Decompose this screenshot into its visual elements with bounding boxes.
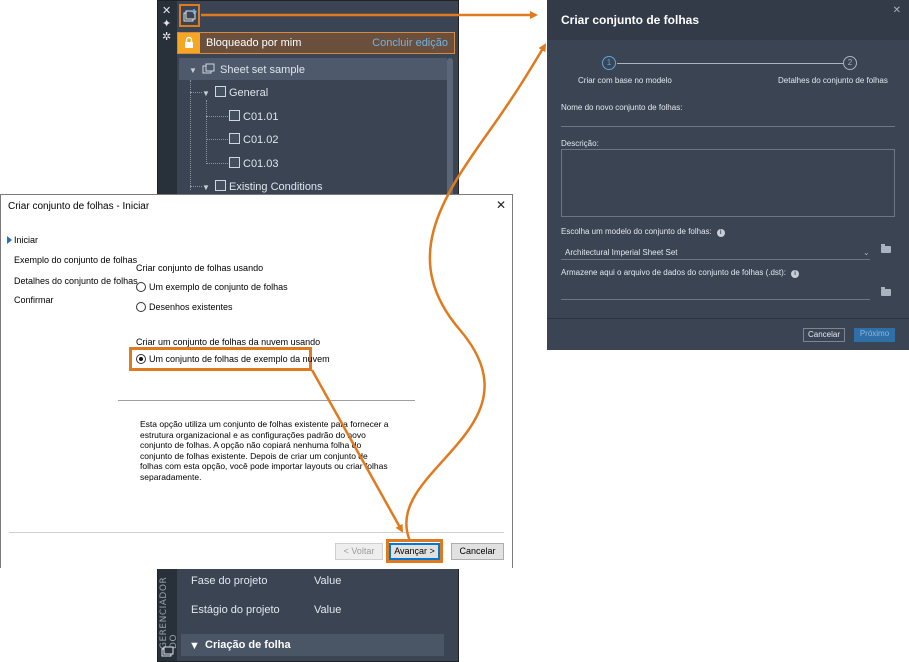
callout-arrow-to-next [310, 369, 404, 533]
callout-arrow-to-web-dialog [405, 43, 547, 542]
callout-arrows [201, 11, 547, 542]
